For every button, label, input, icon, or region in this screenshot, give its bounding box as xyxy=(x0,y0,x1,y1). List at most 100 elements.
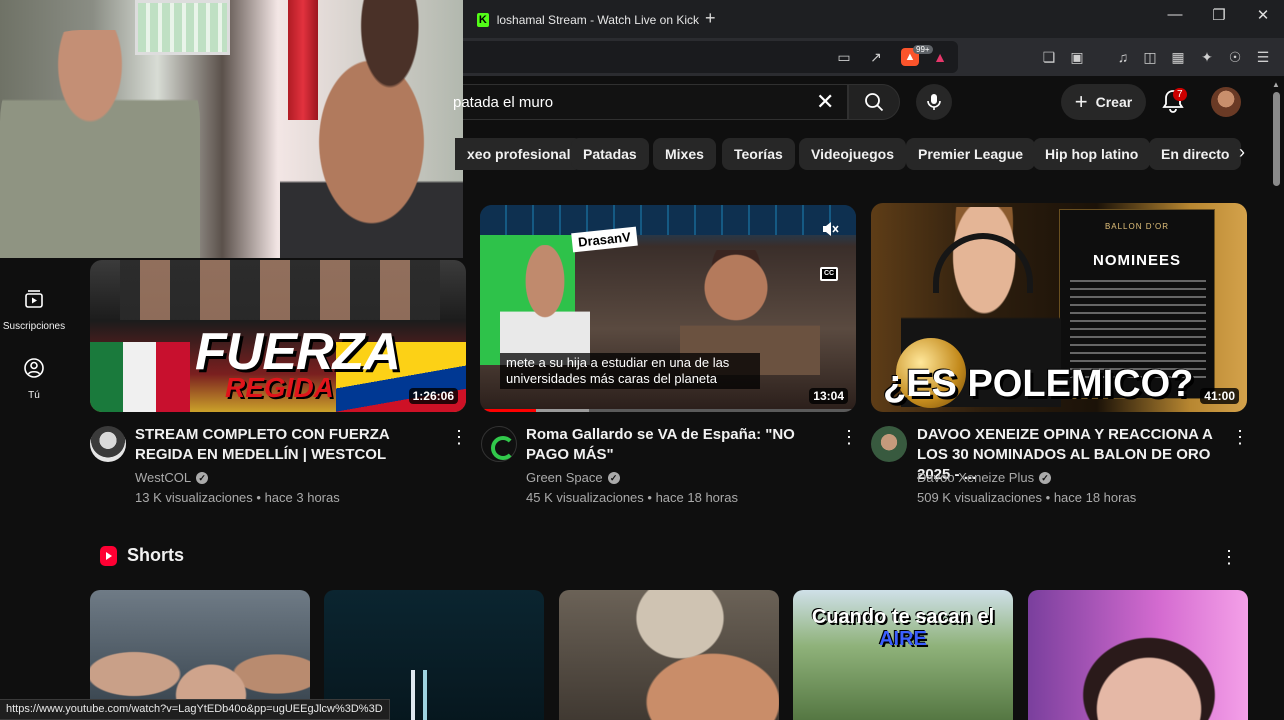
chip-videojuegos[interactable]: Videojuegos xyxy=(799,138,906,170)
vpn-icon[interactable]: ☉ xyxy=(1226,48,1244,66)
sidebar-item-label: Suscripciones xyxy=(2,321,66,332)
more-options-icon[interactable]: ⋮ xyxy=(450,428,468,448)
thumb-board-title: NOMINEES xyxy=(1092,252,1181,269)
upload-age: hace 3 horas xyxy=(264,490,340,505)
short-thumbnail[interactable] xyxy=(1028,590,1248,720)
more-options-icon[interactable]: ⋮ xyxy=(840,428,858,448)
verified-icon: ✓ xyxy=(607,471,620,484)
brave-badge: 99+ xyxy=(913,45,933,54)
share-icon[interactable]: ↗ xyxy=(867,48,885,66)
search-button[interactable] xyxy=(848,84,900,120)
extensions-icon[interactable]: ❏ xyxy=(1040,48,1058,66)
chip-mixes[interactable]: Mixes xyxy=(653,138,716,170)
short-overlay-line: Cuando te sacan el xyxy=(811,606,995,628)
chip-patadas[interactable]: Patadas xyxy=(571,138,649,170)
thumb-flag-mexico xyxy=(90,342,190,412)
maximize-icon[interactable]: ❐ xyxy=(1204,6,1234,24)
video-thumbnail[interactable]: FUERZA REGIDA 1:26:06 xyxy=(90,260,466,412)
preview-progress xyxy=(480,409,537,412)
sidebar-item-you[interactable]: Tú xyxy=(0,357,68,401)
video-thumbnail[interactable]: BALLON D'OR NOMINEES ¿ES POLEMICO? 41:00 xyxy=(871,203,1247,412)
shorts-title: Shorts xyxy=(127,545,185,565)
chevron-right-icon[interactable]: › xyxy=(1230,142,1254,163)
new-tab-button[interactable]: + xyxy=(705,8,716,29)
video-title[interactable]: Roma Gallardo se VA de España: "NO PAGO … xyxy=(526,425,836,465)
short-thumbnail[interactable]: Cuando te sacan el AIRE xyxy=(793,590,1013,720)
sidebar-item-label: Tú xyxy=(28,390,40,401)
video-meta: 45 K visualizaciones • hace 18 horas xyxy=(526,490,738,505)
shorts-header: Shorts xyxy=(100,545,184,566)
channel-avatar[interactable] xyxy=(90,426,126,462)
sidebar-icon[interactable]: ◫ xyxy=(1141,48,1159,66)
cast-icon[interactable]: ▭ xyxy=(835,48,853,66)
kick-icon: K xyxy=(477,13,489,27)
chip-hip-hop-latino[interactable]: Hip hop latino xyxy=(1033,138,1151,170)
clear-search-icon[interactable]: ✕ xyxy=(816,89,834,115)
close-window-icon[interactable]: ✕ xyxy=(1248,6,1278,24)
more-options-icon[interactable]: ⋮ xyxy=(1231,428,1249,448)
thumb-person-left xyxy=(500,245,590,365)
subscriptions-icon xyxy=(25,290,43,308)
chip-boxeo-profesional[interactable]: xeo profesional xyxy=(455,138,583,170)
captions-icon[interactable]: CC xyxy=(820,267,838,281)
channel-label: WestCOL xyxy=(135,470,192,485)
tab-title: loshamal Stream - Watch Live on Kick xyxy=(496,13,699,27)
voice-search-button[interactable] xyxy=(916,84,952,120)
preview-progress-bar[interactable] xyxy=(480,409,856,412)
channel-avatar[interactable] xyxy=(481,426,517,462)
webcam-overlay xyxy=(0,0,463,258)
webcam-person-left xyxy=(0,30,200,258)
you-icon xyxy=(24,358,44,378)
avatar[interactable] xyxy=(1211,87,1241,117)
sidebar-item-subscriptions[interactable]: Suscripciones xyxy=(0,288,68,332)
video-duration: 41:00 xyxy=(1200,388,1239,404)
verified-icon: ✓ xyxy=(1039,471,1052,484)
more-options-icon[interactable]: ⋮ xyxy=(1220,547,1238,568)
search-input[interactable]: patada el muro ✕ xyxy=(453,84,848,120)
channel-avatar[interactable] xyxy=(871,426,907,462)
browser-toolbar: ▭ ↗ ▲ ▲ ❏ ▣ ♫ ◫ ▦ ✦ ☉ ☰ xyxy=(463,38,1284,76)
chip-teorias[interactable]: Teorías xyxy=(722,138,795,170)
video-duration: 13:04 xyxy=(809,388,848,404)
leo-ai-icon[interactable]: ✦ xyxy=(1198,48,1216,66)
short-thumbnail[interactable] xyxy=(559,590,779,720)
preview-buffer xyxy=(536,409,590,412)
mic-icon xyxy=(927,94,941,110)
video-meta: 13 K visualizaciones • hace 3 horas xyxy=(135,490,340,505)
short-overlay-line: AIRE xyxy=(879,628,927,650)
scrollbar-thumb[interactable] xyxy=(1273,92,1280,186)
video-title[interactable]: STREAM COMPLETO CON FUERZA REGIDA EN MED… xyxy=(135,425,445,465)
tab-search-icon[interactable]: ▣ xyxy=(1068,48,1086,66)
brave-rewards-icon[interactable]: ▲ xyxy=(931,48,949,66)
view-count: 13 K visualizaciones xyxy=(135,490,253,505)
media-icon[interactable]: ♫ xyxy=(1114,48,1132,66)
thumb-overlay-bar xyxy=(480,205,856,235)
channel-name[interactable]: Davoo Xeneize Plus ✓ xyxy=(917,470,1052,485)
upload-age: hace 18 horas xyxy=(1053,490,1137,505)
chip-en-directo[interactable]: En directo xyxy=(1149,138,1242,170)
short-overlay-text: Cuando te sacan el AIRE xyxy=(793,606,1013,650)
minimize-icon[interactable]: — xyxy=(1160,6,1190,23)
chip-premier-league[interactable]: Premier League xyxy=(906,138,1036,170)
browser-titlebar: K loshamal Stream - Watch Live on Kick +… xyxy=(463,0,1284,38)
search-query: patada el muro xyxy=(453,94,554,111)
mute-icon[interactable] xyxy=(820,219,840,239)
video-caption: mete a su hija a estudiar en una de las … xyxy=(500,353,760,389)
channel-name[interactable]: Green Space ✓ xyxy=(526,470,620,485)
wallet-icon[interactable]: ▦ xyxy=(1169,48,1187,66)
upload-age: hace 18 horas xyxy=(655,490,738,505)
search-icon xyxy=(865,93,884,112)
channel-label: Green Space xyxy=(526,470,603,485)
menu-icon[interactable]: ☰ xyxy=(1254,48,1272,66)
create-button[interactable]: + Crear xyxy=(1061,84,1146,120)
create-label: Crear xyxy=(1095,94,1133,110)
channel-label: Davoo Xeneize Plus xyxy=(917,470,1035,485)
browser-tab[interactable]: K loshamal Stream - Watch Live on Kick xyxy=(469,6,699,34)
video-thumbnail-preview[interactable]: DrasanV CC mete a su hija a estudiar en … xyxy=(480,205,856,412)
notification-count: 7 xyxy=(1173,88,1187,101)
thumb-band-members xyxy=(120,260,440,320)
webcam-person-right xyxy=(280,0,463,258)
channel-name[interactable]: WestCOL ✓ xyxy=(135,470,209,485)
plus-icon: + xyxy=(1074,89,1088,114)
status-url: https://www.youtube.com/watch?v=LagYtEDb… xyxy=(0,699,390,720)
